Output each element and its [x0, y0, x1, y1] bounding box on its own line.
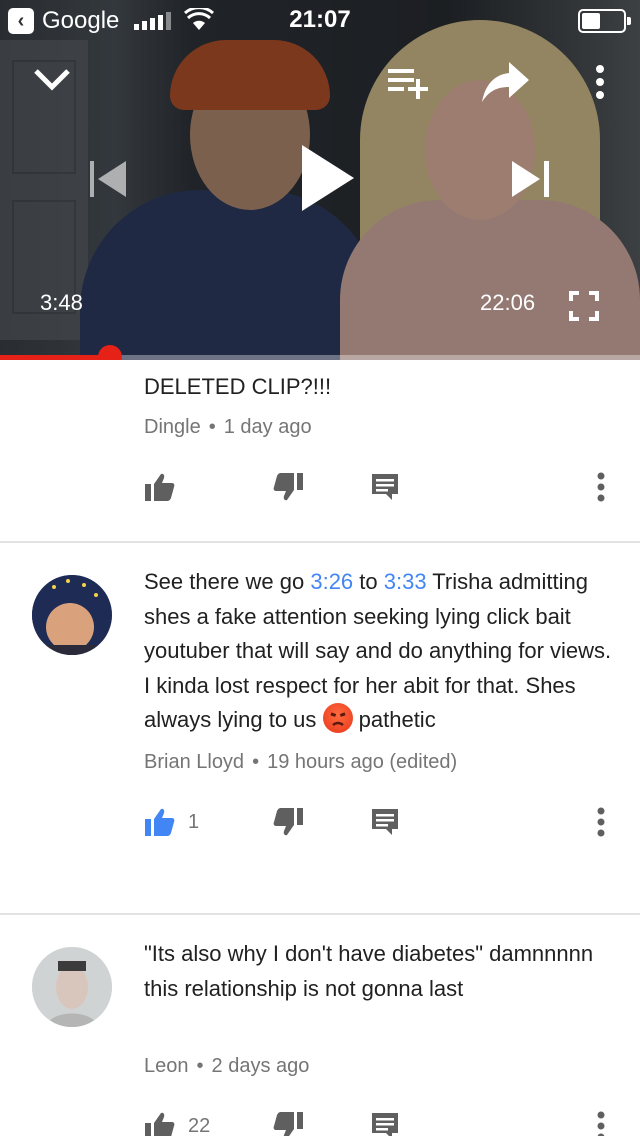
reply-button[interactable] — [370, 807, 400, 837]
divider — [0, 913, 640, 915]
divider — [0, 541, 640, 543]
comment-text: DELETED CLIP?!!! — [144, 374, 332, 399]
more-vertical-icon — [596, 65, 604, 99]
thumb-up-icon — [145, 1112, 175, 1136]
comment-age: 1 day ago — [223, 416, 312, 438]
thumb-down-icon — [273, 808, 303, 836]
fullscreen-button[interactable] — [566, 288, 602, 324]
more-vertical-icon — [597, 807, 605, 837]
thumb-up-icon — [145, 473, 175, 501]
comment-text-segment: See there we go — [144, 569, 311, 594]
previous-button[interactable] — [84, 154, 130, 204]
skip-next-icon — [512, 161, 549, 197]
like-count: 1 — [188, 810, 200, 833]
angry-face-emoji — [322, 703, 353, 733]
comment-icon — [372, 474, 398, 500]
timestamp-link[interactable]: 3:33 — [384, 569, 427, 594]
dislike-button[interactable] — [272, 807, 304, 837]
avatar[interactable] — [32, 947, 112, 1027]
like-button[interactable] — [144, 472, 176, 502]
reply-button[interactable] — [370, 472, 400, 502]
comment-author[interactable]: Brian Lloyd — [144, 751, 244, 773]
elapsed-time: 3:48 — [40, 290, 83, 315]
comment-meta: Dingle • 1 day ago — [144, 416, 312, 438]
avatar[interactable] — [32, 575, 112, 655]
comment-actions — [0, 472, 640, 512]
thumb-up-icon — [145, 808, 175, 836]
comment-text: See there we go 3:26 to 3:33 Trisha admi… — [144, 565, 614, 738]
total-duration: 22:06 — [480, 290, 536, 315]
next-button[interactable] — [508, 154, 554, 204]
play-icon — [302, 145, 354, 211]
dislike-button[interactable] — [272, 1111, 304, 1136]
skip-previous-icon — [90, 161, 126, 197]
comment-actions: 22 — [0, 1111, 640, 1136]
minimize-button[interactable] — [30, 58, 74, 102]
status-time: 21:07 — [289, 6, 351, 33]
thumb-down-icon — [273, 473, 303, 501]
timestamp-link[interactable]: 3:26 — [310, 569, 353, 594]
more-vertical-icon — [597, 1111, 605, 1136]
battery-icon — [578, 9, 631, 33]
comment-actions: 1 — [0, 807, 640, 847]
avatar-image — [32, 947, 112, 1027]
comment-author[interactable]: Dingle — [144, 416, 201, 438]
comment-age: 2 days ago — [211, 1055, 310, 1077]
comment-meta: Brian Lloyd • 19 hours ago (edited) — [144, 751, 458, 773]
comment-icon — [372, 1113, 398, 1136]
comment-meta: Leon • 2 days ago — [144, 1055, 310, 1077]
comment-menu-button[interactable] — [596, 1111, 606, 1136]
comment-menu-button[interactable] — [596, 807, 606, 837]
comments-list: DELETED CLIP?!!! Dingle • 1 day ago See … — [0, 360, 640, 1136]
more-vertical-icon — [597, 472, 605, 502]
dislike-button[interactable] — [272, 472, 304, 502]
like-button[interactable]: 22 — [144, 1111, 210, 1136]
comment-age: 19 hours ago (edited) — [267, 751, 458, 773]
share-icon — [482, 62, 529, 102]
like-button[interactable]: 1 — [144, 807, 199, 837]
comment-menu-button[interactable] — [596, 472, 606, 502]
avatar-image — [32, 575, 112, 655]
playlist-add-icon — [388, 69, 428, 99]
comment-text-segment: to — [353, 569, 384, 594]
status-bar: ‹ Google 21:07 — [0, 0, 640, 40]
comment-author[interactable]: Leon — [144, 1055, 189, 1077]
more-options-button[interactable] — [584, 60, 616, 104]
comment-text-segment: pathetic — [352, 707, 436, 732]
add-to-playlist-button[interactable] — [384, 62, 432, 102]
thumb-down-icon — [273, 1112, 303, 1136]
video-player[interactable]: ‹ Google 21:07 3:48 22:06 — [0, 0, 640, 360]
fullscreen-icon — [569, 291, 599, 321]
reply-button[interactable] — [370, 1111, 400, 1136]
comment-icon — [372, 809, 398, 835]
comment-text: "Its also why I don't have diabetes" dam… — [144, 941, 594, 1001]
play-button[interactable] — [292, 138, 362, 218]
share-button[interactable] — [478, 56, 534, 106]
like-count: 22 — [188, 1114, 211, 1136]
chevron-down-icon — [34, 69, 70, 91]
